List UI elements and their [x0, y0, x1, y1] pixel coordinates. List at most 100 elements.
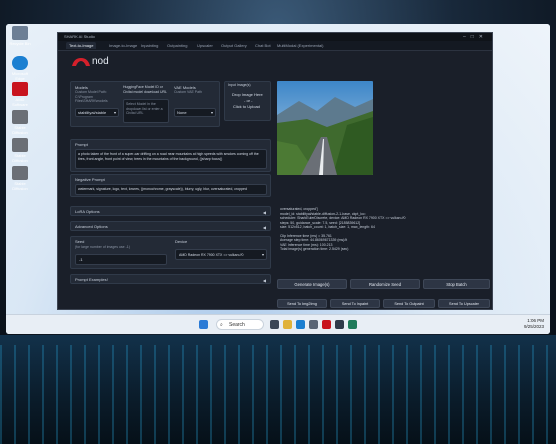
prompt-textarea[interactable]: a photo taken of the front of a super-ca… — [75, 149, 267, 169]
seed-device-card: Seed (for large number of images use -1)… — [70, 236, 271, 269]
device-value: AMD Radeon RX 7900 XTX => vulkan://0 — [179, 253, 244, 257]
advanced-options-label: Advanced Options — [75, 224, 108, 229]
shark-app-window: SHARK AI Studio –□✕ Text-to-Image Image-… — [57, 32, 493, 310]
drop-or-text: - or - — [244, 98, 253, 103]
collapse-arrow-icon: ◀ — [262, 225, 266, 230]
search-icon: ⌕ — [220, 322, 223, 328]
device-select[interactable]: AMD Radeon RX 7900 XTX => vulkan://0 ▾ — [175, 249, 267, 260]
advanced-options-accordion[interactable]: Advanced Options ◀ — [70, 221, 271, 231]
seed-desc: (for large number of images use -1) — [75, 245, 130, 249]
seed-label: Seed — [75, 239, 85, 244]
tab-image-to-image[interactable]: Image-to-Image — [106, 42, 140, 49]
models-card: Models Custom Model Path: C:\Program Fil… — [70, 81, 220, 127]
collapse-arrow-icon: ◀ — [262, 210, 266, 215]
tab-outpainting[interactable]: Outpainting — [164, 42, 190, 49]
stop-batch-button[interactable]: Stop Batch — [423, 279, 490, 289]
input-image-label: Input Image(s) — [228, 83, 251, 87]
negative-prompt-card: Negative Prompt watermark, signature, lo… — [70, 174, 271, 197]
collapse-arrow-icon: ◀ — [262, 278, 266, 283]
tab-inpainting[interactable]: Inpainting — [138, 42, 161, 49]
floor-light-stripes — [0, 345, 556, 444]
file-explorer-icon[interactable] — [283, 320, 292, 329]
seed-value: -1 — [79, 257, 83, 262]
terminal-icon[interactable] — [335, 320, 344, 329]
vae-select[interactable]: None ▾ — [174, 108, 216, 117]
taskbar: ⌕ Search 1:06 PM 9/25/2023 — [6, 314, 550, 334]
model-select[interactable]: stabilityai/stable ▾ — [75, 108, 119, 117]
window-controls[interactable]: –□✕ — [463, 33, 488, 41]
randomize-seed-button[interactable]: Randomize Seed — [350, 279, 420, 289]
desktop-icon-label: Stable Diffusion — [12, 181, 28, 191]
amd-icon[interactable] — [322, 320, 331, 329]
chevron-down-icon: ▾ — [261, 252, 264, 257]
app-icon[interactable] — [348, 320, 357, 329]
taskbar-search-label: Search — [229, 322, 245, 328]
shortcut-icon — [12, 166, 28, 180]
tab-bar: Text-to-Image Image-to-Image Inpainting … — [58, 41, 492, 51]
desktop-icon-stable-diffusion-3[interactable]: Stable Diffusion — [8, 166, 32, 191]
tab-chat-bot[interactable]: Chat Bot — [252, 42, 274, 49]
generate-button[interactable]: Generate Image(s) — [277, 279, 347, 289]
prompt-label: Prompt — [75, 142, 88, 147]
shortcut-icon — [12, 138, 28, 152]
vae-desc: Custom VAE Path — [174, 90, 202, 94]
hf-model-placeholder: Select Model in the dropdown list or ent… — [126, 102, 163, 115]
chevron-down-icon: ▾ — [113, 110, 116, 115]
desktop-icon-recycle-bin[interactable]: Recycle Bin — [8, 26, 32, 46]
car-road-image — [277, 81, 373, 175]
taskbar-search[interactable]: ⌕ Search — [216, 319, 264, 330]
hf-model-label: HuggingFace Model ID or Civitai model do… — [123, 85, 167, 94]
window-titlebar: SHARK AI Studio –□✕ — [58, 33, 492, 41]
click-upload-text: Click to Upload — [233, 104, 260, 109]
nod-logo: nod — [70, 55, 120, 69]
drop-image-text: Drop Image Here — [232, 92, 263, 97]
tab-upscaler[interactable]: Upscaler — [194, 42, 216, 49]
brand-name: nod — [92, 56, 109, 67]
tab-output-gallery[interactable]: Output Gallery — [218, 42, 250, 49]
nod-logo-icon — [72, 58, 90, 66]
info-line: Total image(s) generation time: 2.5429 (… — [280, 247, 349, 251]
lora-options-accordion[interactable]: LoRA Options ◀ — [70, 206, 271, 216]
send-to-img2img-button[interactable]: Send To Img2Img — [277, 299, 327, 308]
recycle-bin-icon — [12, 26, 28, 40]
desktop-icon-label: Stable Diffusion — [12, 153, 28, 163]
model-select-value: stabilityai/stable — [78, 110, 107, 115]
generated-image-preview[interactable] — [277, 81, 373, 175]
hf-model-input[interactable]: Select Model in the dropdown list or ent… — [123, 99, 169, 123]
edge-icon[interactable] — [296, 320, 305, 329]
send-to-inpaint-button[interactable]: Send To Inpaint — [330, 299, 380, 308]
task-view-icon[interactable] — [270, 320, 279, 329]
prompt-card: Prompt a photo taken of the front of a s… — [70, 139, 271, 172]
prompt-text: a photo taken of the front of a super-ca… — [78, 152, 259, 161]
desktop-icon-stable-diffusion-2[interactable]: Stable Diffusion — [8, 138, 32, 163]
negative-prompt-text: watermark, signature, logo, text, lowres… — [78, 187, 247, 191]
send-to-upscaler-button[interactable]: Send To Upscaler — [438, 299, 490, 308]
tray-clock[interactable]: 1:06 PM 9/25/2023 — [524, 318, 544, 330]
desktop-icon-amd[interactable]: AMD Software — [8, 82, 32, 107]
device-label: Device — [175, 239, 188, 244]
chevron-down-icon: ▾ — [210, 110, 213, 115]
desktop-icon-edge[interactable]: Microsoft Edge — [8, 56, 32, 81]
desktop-icon-label: Recycle Bin — [9, 41, 31, 46]
input-image-dropzone[interactable]: Input Image(s) Drop Image Here - or - Cl… — [224, 81, 271, 121]
generation-info-log: oversaturated, cropped'] model_id: stabi… — [280, 207, 488, 273]
send-to-outpaint-button[interactable]: Send To Outpaint — [383, 299, 435, 308]
desktop-icon-label: AMD Software — [12, 97, 28, 107]
vae-select-value: None — [177, 110, 187, 115]
info-line: size: 512x512, batch_count: 1, batch_siz… — [280, 225, 375, 229]
desktop-icon-stable-diffusion-1[interactable]: Stable Diffusion — [8, 110, 32, 135]
lora-options-label: LoRA Options — [75, 209, 100, 214]
shortcut-icon — [12, 110, 28, 124]
tab-text-to-image[interactable]: Text-to-Image — [66, 42, 97, 49]
store-icon[interactable] — [309, 320, 318, 329]
negative-prompt-textarea[interactable]: watermark, signature, logo, text, lowres… — [75, 184, 267, 195]
amd-icon — [12, 82, 28, 96]
negative-prompt-label: Negative Prompt — [75, 177, 105, 182]
seed-input[interactable]: -1 — [75, 254, 167, 265]
start-icon[interactable] — [199, 320, 208, 329]
desktop-icon-label: Microsoft Edge — [11, 71, 29, 81]
tab-multimodal[interactable]: MultiModal (Experimental) — [274, 42, 326, 49]
clock-date: 9/25/2023 — [523, 324, 544, 329]
prompt-examples-accordion[interactable]: Prompt Examples! ◀ — [70, 274, 271, 284]
prompt-examples-label: Prompt Examples! — [75, 277, 108, 282]
